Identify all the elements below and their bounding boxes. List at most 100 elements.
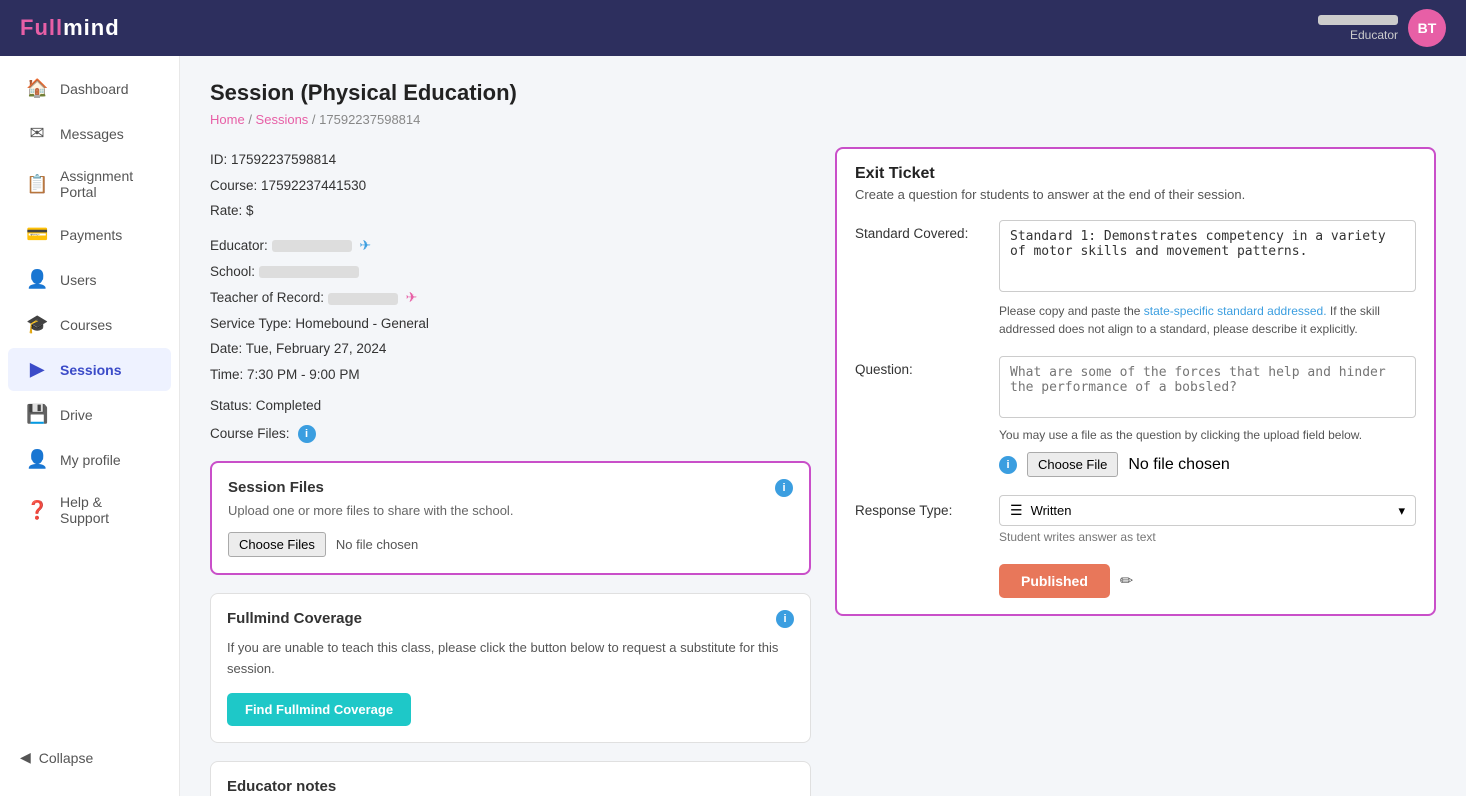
sessions-icon: ▶ — [26, 359, 48, 380]
profile-icon: 👤 — [26, 449, 48, 470]
course-files-label: Course Files: — [210, 426, 290, 441]
drive-icon: 💾 — [26, 404, 48, 425]
date-value: Tue, February 27, 2024 — [246, 341, 387, 356]
teacher-row: Teacher of Record: ✈ — [210, 284, 811, 311]
published-row: Published ✏ — [999, 564, 1416, 598]
response-type-select[interactable]: ☰ Written ▾ — [999, 495, 1416, 526]
session-files-info-icon[interactable]: i — [775, 479, 793, 497]
standard-covered-group: Standard Covered: Standard 1: Demonstrat… — [855, 220, 1416, 338]
breadcrumb-home[interactable]: Home — [210, 112, 245, 127]
id-label: ID: — [210, 152, 227, 167]
sidebar-label-dashboard: Dashboard — [60, 81, 129, 97]
breadcrumb: Home / Sessions / 17592237598814 — [210, 112, 1436, 127]
time-value: 7:30 PM - 9:00 PM — [247, 367, 360, 382]
question-textarea[interactable] — [999, 356, 1416, 418]
collapse-button[interactable]: ◀ Collapse — [8, 739, 171, 776]
coverage-card: Fullmind Coverage i If you are unable to… — [210, 593, 811, 744]
main-layout: 🏠 Dashboard ✉ Messages 📋 Assignment Port… — [0, 56, 1466, 796]
sidebar-item-sessions[interactable]: ▶ Sessions — [8, 348, 171, 391]
choose-file-button[interactable]: Choose File — [1027, 452, 1118, 477]
left-column: ID: 17592237598814 Course: 1759223744153… — [210, 147, 811, 796]
sidebar-label-sessions: Sessions — [60, 362, 121, 378]
status-row: Status: Completed — [210, 398, 811, 413]
school-value-redacted — [259, 266, 359, 278]
choose-files-button[interactable]: Choose Files — [228, 532, 326, 557]
status-label: Status: — [210, 398, 252, 413]
session-info: ID: 17592237598814 Course: 1759223744153… — [210, 147, 811, 388]
sidebar-label-profile: My profile — [60, 452, 121, 468]
sidebar-item-my-profile[interactable]: 👤 My profile — [8, 438, 171, 481]
sidebar-label-users: Users — [60, 272, 97, 288]
sidebar-label-courses: Courses — [60, 317, 112, 333]
session-files-upload-area: Choose Files No file chosen — [228, 532, 793, 557]
session-files-title: Session Files — [228, 479, 324, 496]
teacher-link-icon[interactable]: ✈ — [406, 289, 418, 305]
time-label: Time: — [210, 367, 243, 382]
coverage-info-icon[interactable]: i — [776, 610, 794, 628]
date-row: Date: Tue, February 27, 2024 — [210, 336, 811, 362]
standard-textarea[interactable]: Standard 1: Demonstrates competency in a… — [999, 220, 1416, 292]
sidebar-item-drive[interactable]: 💾 Drive — [8, 393, 171, 436]
educator-value-redacted — [272, 240, 352, 252]
service-label: Service Type: — [210, 316, 292, 331]
dashboard-icon: 🏠 — [26, 78, 48, 99]
course-row: Course: 17592237441530 — [210, 173, 811, 199]
standard-hint: Please copy and paste the state-specific… — [999, 302, 1416, 338]
standard-hint-link[interactable]: state-specific standard addressed. — [1144, 304, 1327, 318]
course-files-row: Course Files: i — [210, 425, 811, 443]
sidebar-item-messages[interactable]: ✉ Messages — [8, 112, 171, 155]
topnav-right: Educator BT — [1318, 9, 1446, 47]
exit-ticket-card: Exit Ticket Create a question for studen… — [835, 147, 1436, 616]
collapse-arrow-icon: ◀ — [20, 749, 31, 766]
exit-ticket-subtitle: Create a question for students to answer… — [855, 187, 1416, 202]
question-file-upload-row: i Choose File No file chosen — [999, 452, 1416, 477]
educator-label: Educator: — [210, 238, 268, 253]
chevron-down-icon: ▾ — [1398, 503, 1405, 519]
breadcrumb-sessions[interactable]: Sessions — [256, 112, 309, 127]
service-row: Service Type: Homebound - General — [210, 311, 811, 337]
find-coverage-button[interactable]: Find Fullmind Coverage — [227, 693, 411, 726]
educator-link-icon[interactable]: ✈ — [359, 237, 371, 253]
sidebar-item-courses[interactable]: 🎓 Courses — [8, 303, 171, 346]
sidebar-label-messages: Messages — [60, 126, 124, 142]
sidebar-item-payments[interactable]: 💳 Payments — [8, 213, 171, 256]
status-value: Completed — [256, 398, 321, 413]
educator-notes-card: Educator notes Notes for Fullmind Covera… — [210, 761, 811, 796]
help-icon: ❓ — [26, 500, 48, 521]
school-label: School: — [210, 264, 255, 279]
sidebar-item-assignment-portal[interactable]: 📋 Assignment Portal — [8, 157, 171, 211]
sidebar-item-users[interactable]: 👤 Users — [8, 258, 171, 301]
two-col-layout: ID: 17592237598814 Course: 1759223744153… — [210, 147, 1436, 796]
standard-label: Standard Covered: — [855, 220, 985, 241]
sidebar-bottom: ◀ Collapse — [0, 729, 179, 786]
educator-label: Educator — [1350, 28, 1398, 42]
question-label: Question: — [855, 356, 985, 377]
avatar[interactable]: BT — [1408, 9, 1446, 47]
published-button[interactable]: Published — [999, 564, 1110, 598]
sidebar-item-help-support[interactable]: ❓ Help & Support — [8, 483, 171, 537]
standard-field-wrap: Standard 1: Demonstrates competency in a… — [999, 220, 1416, 338]
assignment-icon: 📋 — [26, 174, 48, 195]
question-hint: You may use a file as the question by cl… — [999, 428, 1416, 442]
course-label: Course: — [210, 178, 257, 193]
page-title: Session (Physical Education) — [210, 80, 1436, 106]
id-value: 17592237598814 — [231, 152, 336, 167]
response-select-inner: ☰ Written — [1010, 502, 1072, 519]
response-type-row: Response Type: ☰ Written ▾ — [855, 495, 1416, 526]
time-row: Time: 7:30 PM - 9:00 PM — [210, 362, 811, 388]
sidebar-item-dashboard[interactable]: 🏠 Dashboard — [8, 67, 171, 110]
rate-label: Rate: $ — [210, 203, 254, 218]
question-field-wrap: You may use a file as the question by cl… — [999, 356, 1416, 477]
standard-hint-prefix: Please copy and paste the — [999, 304, 1144, 318]
response-type-value: Written — [1031, 503, 1072, 518]
content-area: Session (Physical Education) Home / Sess… — [180, 56, 1466, 796]
question-upload-info-icon[interactable]: i — [999, 456, 1017, 474]
service-value: Homebound - General — [295, 316, 429, 331]
courses-icon: 🎓 — [26, 314, 48, 335]
session-files-title-row: Session Files i — [228, 479, 793, 497]
coverage-card-title-row: Fullmind Coverage i — [227, 610, 794, 628]
response-type-label: Response Type: — [855, 503, 985, 518]
sidebar: 🏠 Dashboard ✉ Messages 📋 Assignment Port… — [0, 56, 180, 796]
course-files-info-icon[interactable]: i — [298, 425, 316, 443]
edit-icon[interactable]: ✏ — [1120, 571, 1133, 591]
